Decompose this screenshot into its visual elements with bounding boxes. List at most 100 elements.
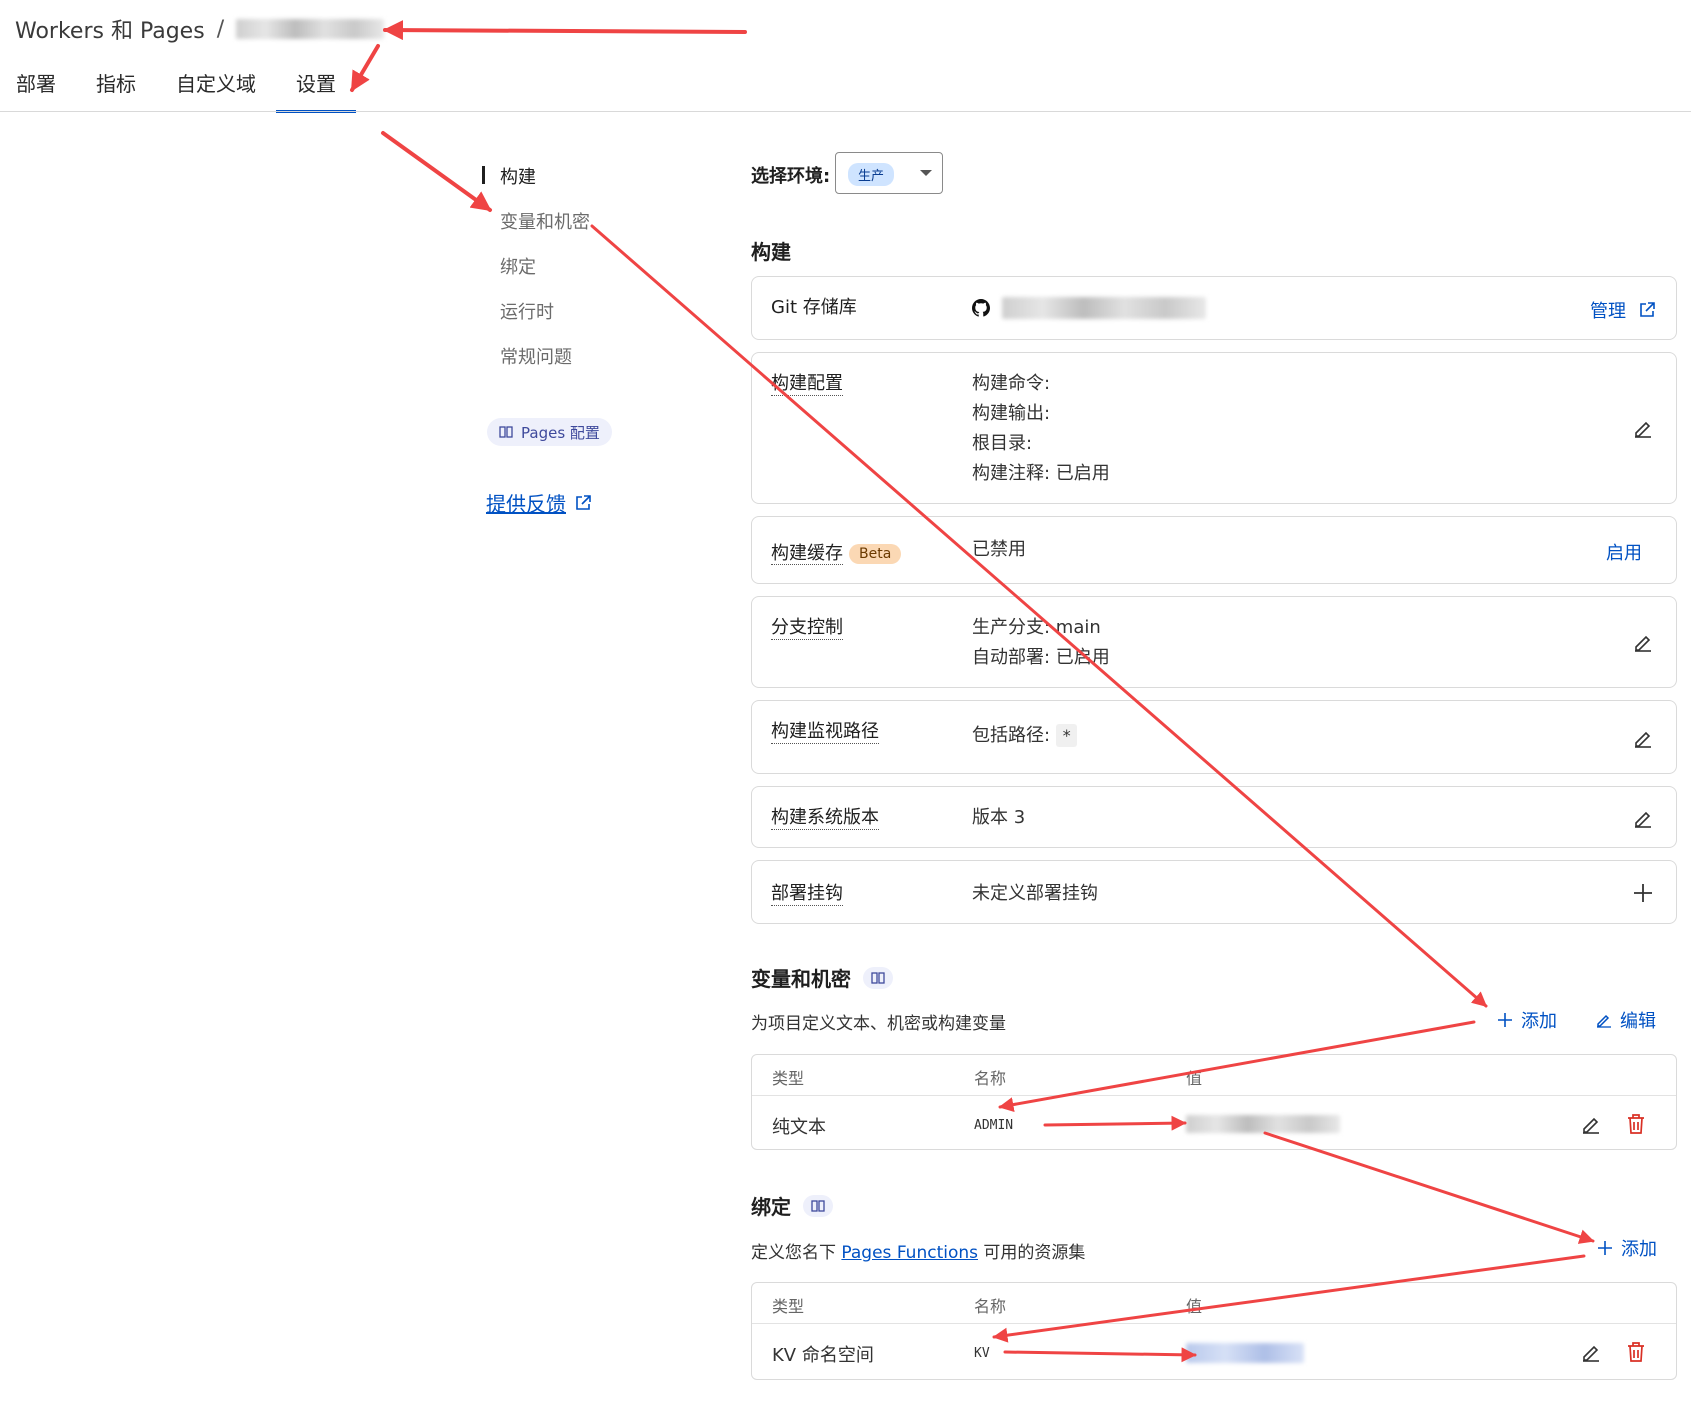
build-config-label: 构建配置	[771, 373, 843, 396]
branch-control-label: 分支控制	[771, 617, 843, 640]
build-output: 构建输出:	[972, 403, 1051, 424]
environment-value: 生产	[848, 163, 895, 186]
edit-icon[interactable]	[1580, 1341, 1602, 1363]
edit-icon[interactable]	[1632, 417, 1654, 439]
include-paths-label: 包括路径:	[972, 725, 1051, 746]
variable-value-redacted	[1186, 1115, 1340, 1133]
nav-item-runtime[interactable]: 运行时	[500, 298, 554, 324]
deploy-hooks-label: 部署挂钩	[771, 883, 843, 906]
repo-name-redacted[interactable]	[1002, 297, 1206, 319]
tab-custom-domains[interactable]: 自定义域	[176, 60, 256, 110]
variables-subtitle: 为项目定义文本、机密或构建变量	[751, 1014, 1006, 1034]
top-tabs: 部署 指标 自定义域 设置	[0, 60, 396, 113]
deploy-hooks-value: 未定义部署挂钩	[972, 883, 1098, 904]
pencil-icon	[1597, 1014, 1611, 1028]
add-variable-button[interactable]: 添加	[1497, 1007, 1557, 1033]
variables-title-text: 变量和机密	[751, 967, 851, 991]
bindings-subtitle-suffix: 可用的资源集	[983, 1243, 1086, 1263]
variables-section-title: 变量和机密	[751, 963, 893, 992]
build-config-values: 构建命令: 构建输出: 根目录: 构建注释: 已启用	[972, 369, 1110, 489]
deploy-hooks-card: 部署挂钩 未定义部署挂钩	[751, 860, 1677, 924]
binding-type: KV 命名空间	[772, 1345, 874, 1366]
feedback-label: 提供反馈	[486, 492, 566, 516]
pages-config-label: Pages 配置	[521, 423, 600, 442]
nav-item-bindings[interactable]: 绑定	[500, 253, 536, 279]
build-title-text: 构建	[751, 240, 791, 264]
header-divider	[0, 111, 1691, 112]
table-header-divider	[752, 1323, 1676, 1324]
git-repo-label: Git 存储库	[771, 297, 857, 318]
feedback-link[interactable]: 提供反馈	[486, 488, 592, 517]
environment-select[interactable]: 生产	[835, 152, 943, 194]
watch-paths-value: 包括路径: *	[972, 721, 1078, 751]
nav-active-indicator	[482, 166, 485, 184]
build-section-title: 构建	[751, 236, 791, 265]
trash-icon[interactable]	[1626, 1341, 1646, 1363]
build-command: 构建命令:	[972, 373, 1051, 394]
bindings-subtitle: 定义您名下 Pages Functions 可用的资源集	[751, 1238, 1085, 1263]
watch-paths-card: 构建监视路径 包括路径: *	[751, 700, 1677, 774]
manage-repo-link[interactable]: 管理	[1590, 297, 1656, 323]
nav-item-general[interactable]: 常规问题	[500, 343, 572, 369]
project-name-redacted[interactable]	[236, 19, 385, 39]
breadcrumb-root[interactable]: Workers 和 Pages	[15, 13, 205, 45]
build-system-label: 构建系统版本	[771, 807, 879, 830]
watch-paths-label: 构建监视路径	[771, 721, 879, 744]
breadcrumb: Workers 和 Pages /	[15, 13, 385, 45]
root-directory: 根目录:	[972, 433, 1033, 454]
binding-value-redacted[interactable]	[1186, 1343, 1304, 1363]
environment-label: 选择环境:	[751, 166, 831, 187]
nav-item-variables[interactable]: 变量和机密	[500, 208, 590, 234]
column-header-type: 类型	[772, 1297, 805, 1316]
edit-variables-button[interactable]: 编辑	[1596, 1007, 1656, 1033]
breadcrumb-separator: /	[216, 16, 225, 42]
build-comments: 构建注释: 已启用	[972, 463, 1110, 484]
git-repo-card: Git 存储库 管理	[751, 276, 1677, 340]
bindings-section-title: 绑定	[751, 1191, 833, 1220]
variable-name: ADMIN	[974, 1118, 1014, 1133]
pages-functions-link[interactable]: Pages Functions	[841, 1243, 978, 1263]
build-cache-card: 构建缓存 Beta 已禁用 启用	[751, 516, 1677, 584]
binding-name: KV	[974, 1346, 990, 1361]
column-header-value: 值	[1186, 1297, 1203, 1316]
tab-deployments[interactable]: 部署	[16, 60, 56, 110]
edit-icon[interactable]	[1580, 1113, 1602, 1135]
github-icon	[972, 299, 990, 317]
build-config-card: 构建配置 构建命令: 构建输出: 根目录: 构建注释: 已启用	[751, 352, 1677, 504]
edit-icon[interactable]	[1632, 807, 1654, 829]
plus-icon	[1498, 1013, 1512, 1027]
column-header-value: 值	[1186, 1069, 1203, 1088]
tab-settings[interactable]: 设置	[276, 60, 356, 113]
branch-control-card: 分支控制 生产分支: main 自动部署: 已启用	[751, 596, 1677, 688]
enable-cache-button[interactable]: 启用	[1606, 539, 1642, 565]
production-branch: 生产分支: main	[972, 617, 1101, 638]
include-paths-code: *	[1055, 724, 1078, 747]
book-icon	[499, 426, 513, 438]
manage-label: 管理	[1590, 301, 1626, 322]
build-system-card: 构建系统版本 版本 3	[751, 786, 1677, 848]
plus-icon[interactable]	[1632, 882, 1654, 904]
variables-table: 类型 名称 值 纯文本 ADMIN	[751, 1054, 1677, 1150]
add-binding-button[interactable]: 添加	[1597, 1235, 1657, 1261]
pages-config-link[interactable]: Pages 配置	[487, 418, 612, 446]
column-header-name: 名称	[974, 1297, 1007, 1316]
bindings-table: 类型 名称 值 KV 命名空间 KV	[751, 1282, 1677, 1380]
trash-icon[interactable]	[1626, 1113, 1646, 1135]
docs-icon[interactable]	[863, 966, 893, 989]
beta-badge: Beta	[849, 544, 902, 564]
external-link-icon	[576, 494, 591, 510]
bindings-subtitle-prefix: 定义您名下	[751, 1243, 836, 1263]
external-link-icon	[1640, 302, 1655, 317]
edit-icon[interactable]	[1632, 631, 1654, 653]
branch-control-values: 生产分支: main 自动部署: 已启用	[972, 613, 1110, 673]
edit-variables-label: 编辑	[1620, 1011, 1656, 1032]
edit-icon[interactable]	[1632, 727, 1654, 749]
build-cache-value: 已禁用	[972, 539, 1026, 560]
bindings-title-text: 绑定	[751, 1195, 791, 1219]
tab-metrics[interactable]: 指标	[96, 60, 136, 110]
build-cache-label: 构建缓存	[771, 543, 843, 565]
annotation-arrow	[383, 20, 747, 41]
nav-item-build[interactable]: 构建	[500, 163, 536, 189]
variable-type: 纯文本	[772, 1117, 826, 1138]
docs-icon[interactable]	[803, 1194, 833, 1217]
